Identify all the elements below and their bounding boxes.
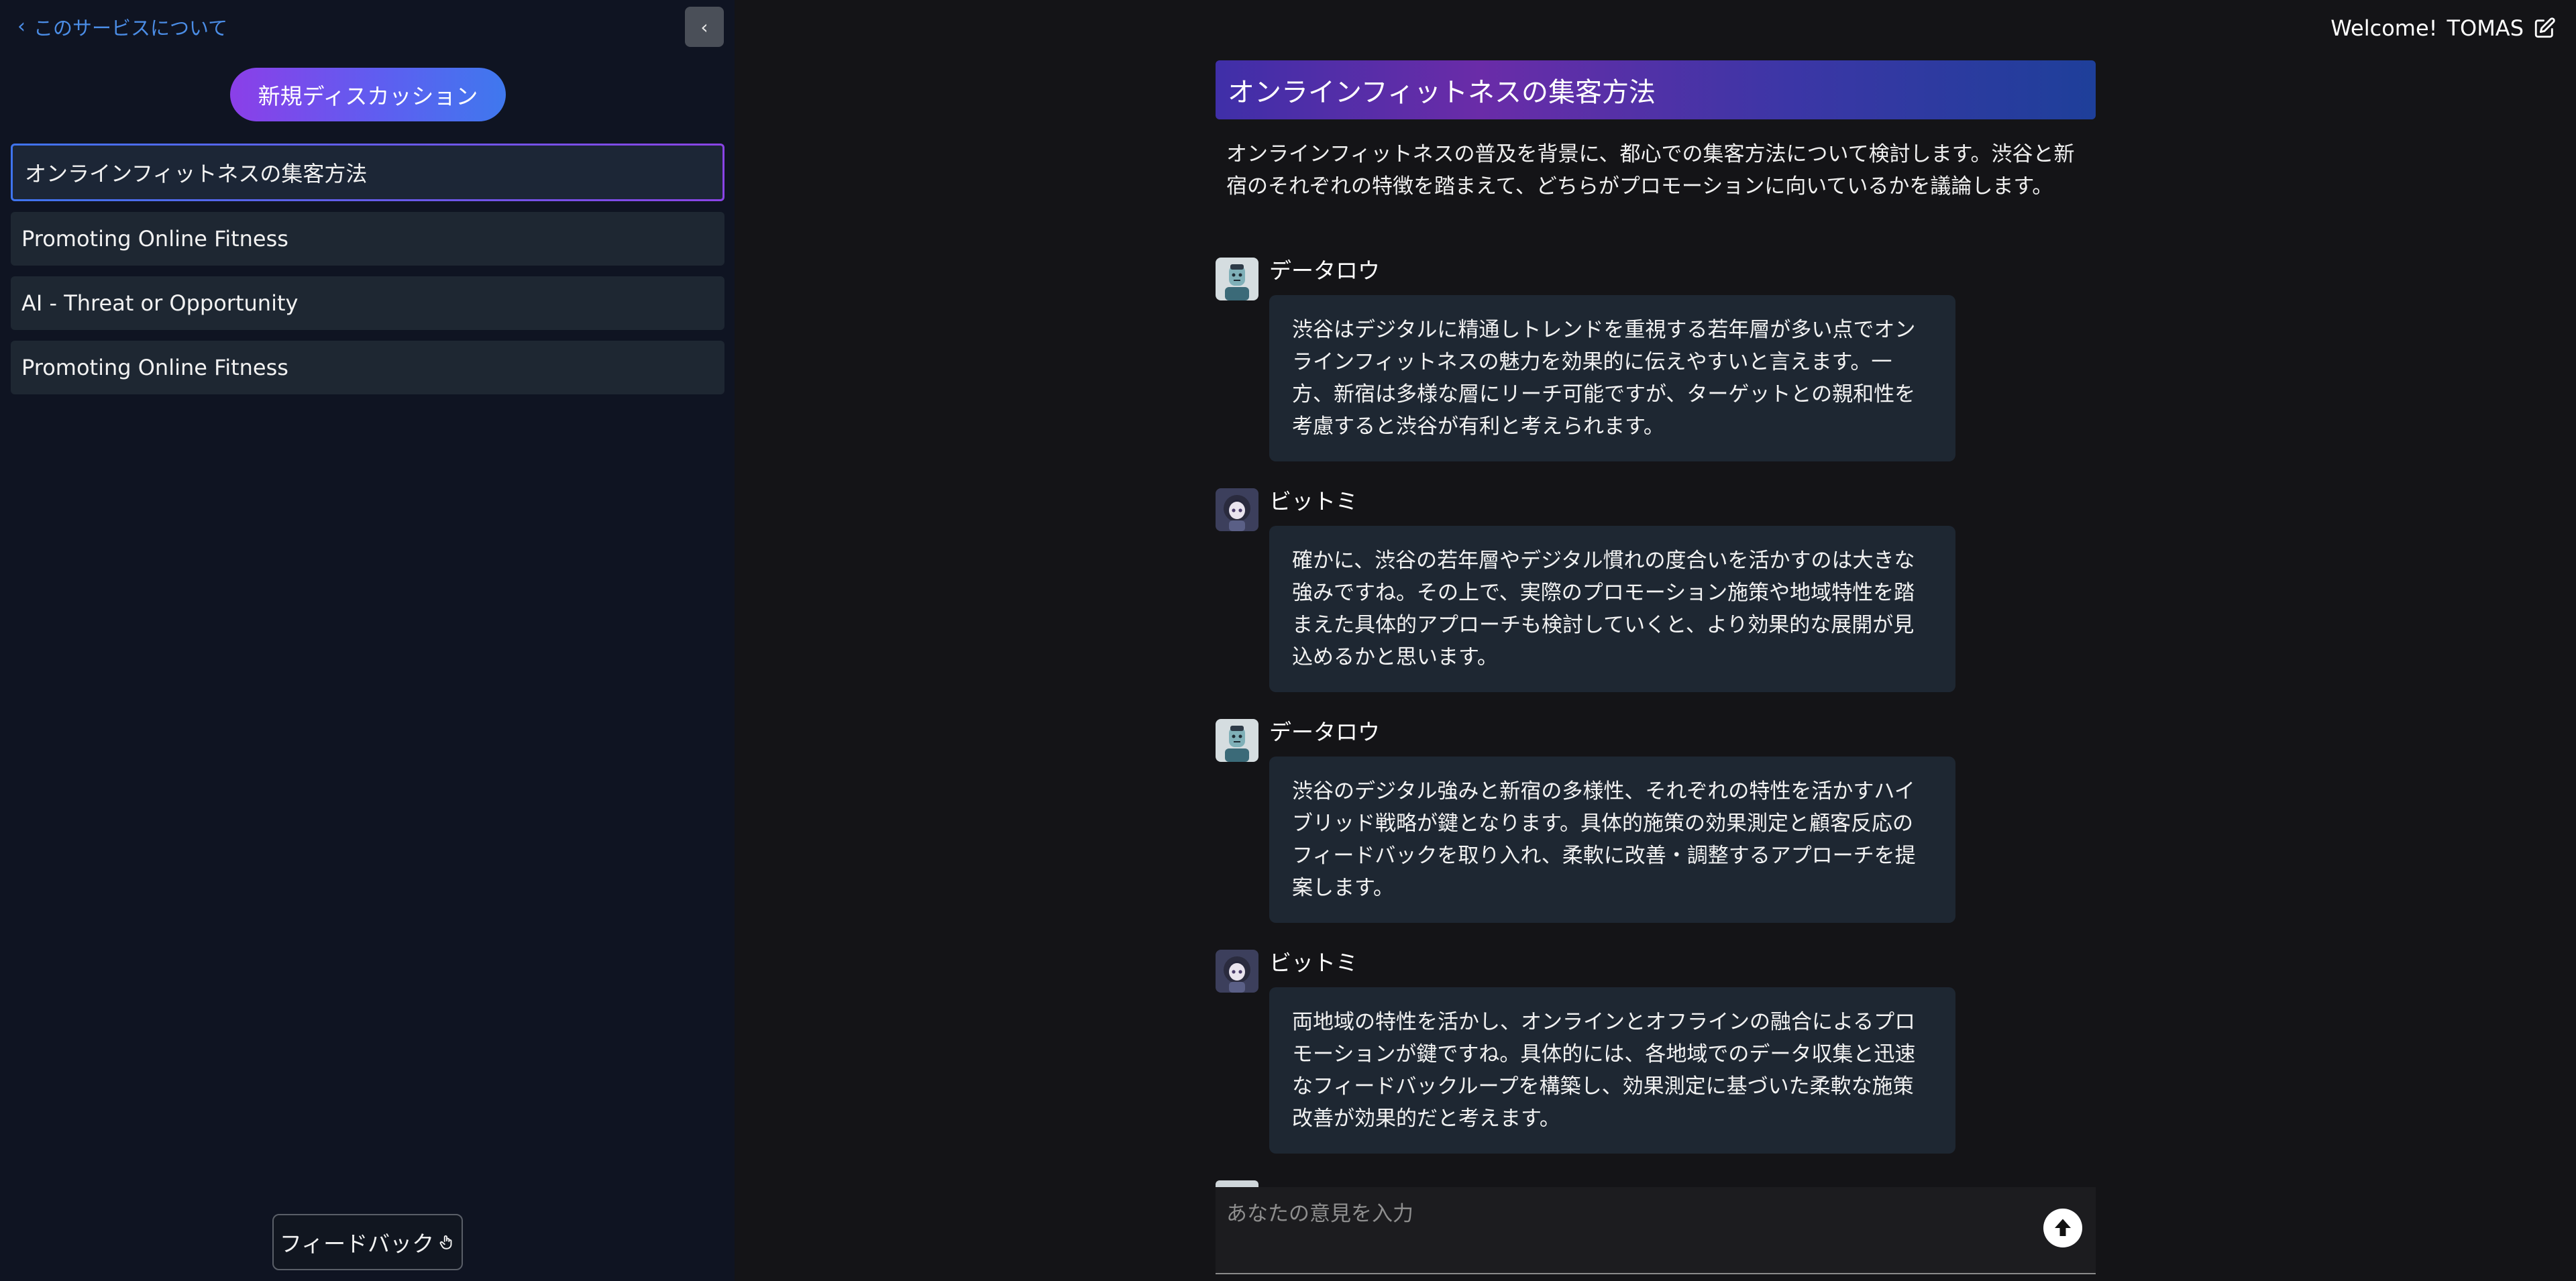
new-discussion-button[interactable]: 新規ディスカッション (230, 68, 506, 121)
partial-avatar (1216, 1180, 1258, 1187)
thread-item-label: AI - Threat or Opportunity (21, 290, 299, 316)
thread-item-active[interactable]: オンラインフィットネスの集客方法 (11, 144, 724, 201)
thread-item-label: Promoting Online Fitness (21, 226, 288, 252)
message-header: データロウ (1216, 719, 2096, 762)
feedback-button[interactable]: フィードバック (272, 1214, 463, 1270)
chat-message: データロウ 渋谷のデジタル強みと新宿の多様性、それぞれの特性を活かすハイブリッド… (1216, 719, 2096, 923)
chevron-left-icon: ‹ (17, 15, 25, 38)
message-bubble: 確かに、渋谷の若年層やデジタル慣れの度合いを活かすのは大きな強みですね。その上で… (1269, 526, 1955, 692)
sidebar: ‹ このサービスについて ‹ 新規ディスカッション オンラインフィットネスの集客… (0, 0, 735, 1281)
thread-item-label: Promoting Online Fitness (21, 355, 288, 380)
robot-avatar (1216, 258, 1258, 300)
collapse-sidebar-button[interactable]: ‹ (685, 7, 724, 47)
chat-main: オンラインフィットネスの集客方法 オンラインフィットネスの普及を背景に、都心での… (1216, 0, 2096, 1281)
thread-item-label: オンラインフィットネスの集客方法 (25, 161, 368, 186)
topic-description: オンラインフィットネスの普及を背景に、都心での集客方法について検討します。渋谷と… (1226, 142, 2075, 199)
speaker-name: データロウ (1269, 258, 1380, 284)
speaker-name: データロウ (1269, 719, 1380, 745)
welcome-label: Welcome! (2330, 15, 2438, 41)
app-root: ‹ このサービスについて ‹ 新規ディスカッション オンラインフィットネスの集客… (0, 0, 2576, 1281)
chat-message: データロウ 渋谷はデジタルに精通しトレンドを重視する若年層が多い点でオンラインフ… (1216, 258, 2096, 461)
thread-item[interactable]: AI - Threat or Opportunity (11, 276, 724, 330)
send-button[interactable] (2043, 1209, 2082, 1247)
message-bubble: 渋谷のデジタル強みと新宿の多様性、それぞれの特性を活かすハイブリッド戦略が鍵とな… (1269, 757, 1955, 923)
thread-item[interactable]: Promoting Online Fitness (11, 341, 724, 394)
message-header: ビットミ (1216, 488, 2096, 531)
topic-title: オンラインフィットネスの集客方法 (1216, 60, 2096, 119)
message-bubble: 渋谷はデジタルに精通しトレンドを重視する若年層が多い点でオンラインフィットネスの… (1269, 295, 1955, 461)
speaker-name: ビットミ (1269, 488, 1358, 514)
chat-message: ビットミ 両地域の特性を活かし、オンラインとオフラインの融合によるプロモーション… (1216, 950, 2096, 1154)
chevron-left-icon: ‹ (700, 15, 708, 38)
message-header: データロウ (1216, 258, 2096, 300)
pointer-hand-icon (439, 1235, 452, 1249)
anime-girl-avatar (1216, 950, 1258, 993)
thread-list: オンラインフィットネスの集客方法 Promoting Online Fitnes… (11, 144, 724, 405)
edit-icon[interactable] (2533, 17, 2556, 40)
anime-girl-avatar (1216, 488, 1258, 531)
welcome-header: Welcome! TOMAS (2330, 13, 2556, 43)
message-bubble: 両地域の特性を活かし、オンラインとオフラインの融合によるプロモーションが鍵ですね… (1269, 987, 1955, 1154)
feedback-label: フィードバック (279, 1231, 435, 1257)
opinion-input[interactable] (1226, 1196, 2031, 1264)
arrow-up-icon (2055, 1219, 2071, 1236)
about-service-link[interactable]: ‹ このサービスについて (17, 13, 227, 40)
user-name: TOMAS (2447, 15, 2524, 41)
message-composer (1216, 1187, 2096, 1274)
thread-item[interactable]: Promoting Online Fitness (11, 212, 724, 266)
about-service-label: このサービスについて (34, 17, 228, 40)
chat-message: ビットミ 確かに、渋谷の若年層やデジタル慣れの度合いを活かすのは大きな強みですね… (1216, 488, 2096, 692)
robot-avatar (1216, 719, 1258, 762)
message-header: ビットミ (1216, 950, 2096, 993)
speaker-name: ビットミ (1269, 950, 1358, 976)
